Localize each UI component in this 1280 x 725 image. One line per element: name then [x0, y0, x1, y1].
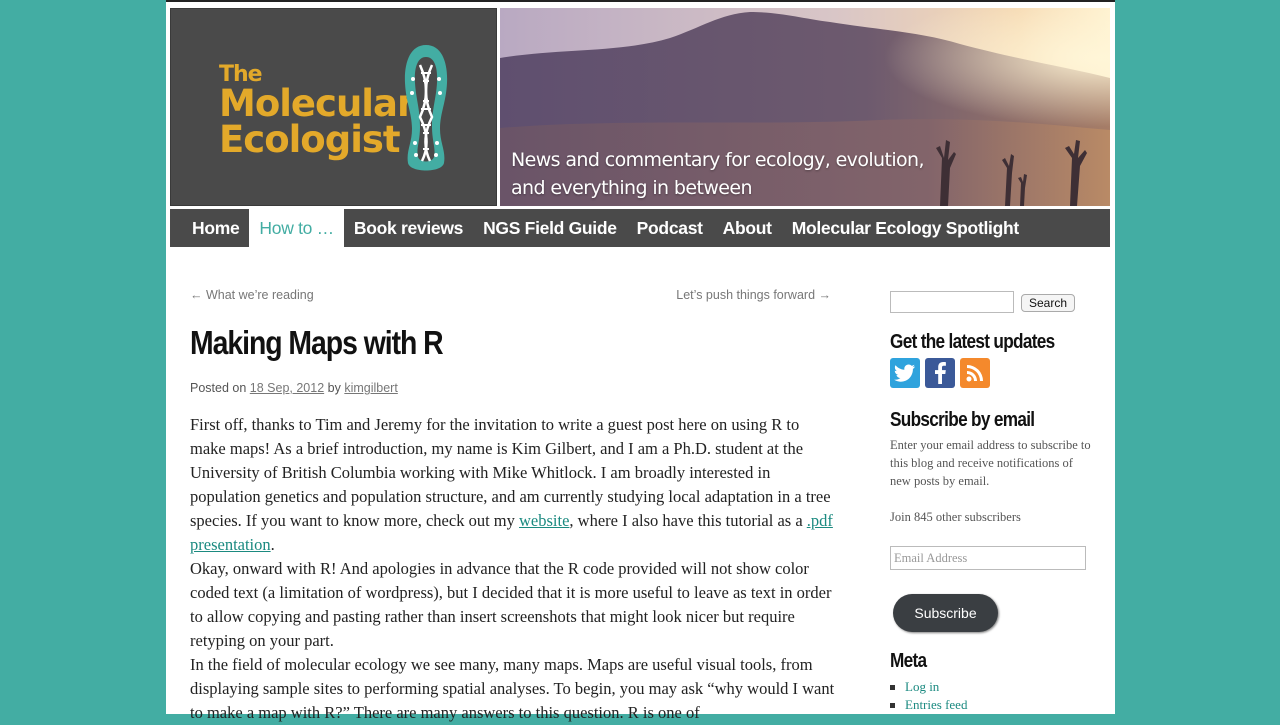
posted-on-label: Posted on — [190, 381, 247, 395]
post-meta: Posted on 18 Sep, 2012 by kimgilbert — [190, 381, 398, 395]
post-content: First off, thanks to Tim and Jeremy for … — [190, 413, 835, 725]
paragraph-maps: In the field of molecular ecology we see… — [190, 655, 835, 722]
author-link[interactable]: kimgilbert — [344, 381, 398, 395]
nav-about[interactable]: About — [713, 209, 782, 247]
paragraph-code-note: Okay, onward with R! And apologies in ad… — [190, 559, 832, 650]
footprint-dna-icon — [404, 45, 448, 171]
nav-how-to[interactable]: How to … — [249, 209, 344, 247]
meta-heading: Meta — [890, 650, 927, 672]
updates-heading: Get the latest updates — [890, 331, 1055, 353]
subscribe-heading: Subscribe by email — [890, 409, 1035, 431]
page-container: The Molecular Ecologist News and comment… — [166, 0, 1115, 722]
post-date-link[interactable]: 18 Sep, 2012 — [250, 381, 324, 395]
subscriber-count: Join 845 other subscribers — [890, 510, 1021, 524]
nav-ngs-field-guide[interactable]: NGS Field Guide — [473, 209, 627, 247]
log-in-link[interactable]: Log in — [890, 678, 967, 696]
paragraph-text: . — [270, 535, 275, 554]
website-link[interactable]: website — [519, 511, 569, 530]
by-label: by — [327, 381, 341, 395]
header-banner-image: News and commentary for ecology, evoluti… — [500, 8, 1110, 206]
paragraph-text: , where I also have this tutorial as a — [569, 511, 807, 530]
twitter-icon[interactable] — [890, 358, 920, 388]
nav-molecular-ecology-spotlight[interactable]: Molecular Ecology Spotlight — [782, 209, 1029, 247]
logo-line-2: Molecular — [219, 81, 415, 125]
nav-podcast[interactable]: Podcast — [627, 209, 713, 247]
paragraph-intro: First off, thanks to Tim and Jeremy for … — [190, 413, 835, 557]
next-post-link[interactable]: Let’s push things forward → — [676, 288, 831, 302]
post-title: Making Maps with R — [190, 324, 444, 361]
subscribe-description: Enter your email address to subscribe to… — [890, 438, 1091, 488]
subscribe-button[interactable]: Subscribe — [893, 594, 998, 632]
meta-links: Log in Entries feed — [890, 678, 967, 714]
tagline-line-1: News and commentary for ecology, evoluti… — [511, 149, 925, 171]
site-logo[interactable]: The Molecular Ecologist — [170, 8, 497, 206]
main-nav: Home How to … Book reviews NGS Field Gui… — [170, 209, 1110, 247]
logo-line-3: Ecologist — [219, 117, 401, 161]
facebook-icon[interactable] — [925, 358, 955, 388]
nav-home[interactable]: Home — [182, 209, 249, 247]
previous-post-link[interactable]: ← What we’re reading — [190, 288, 314, 302]
email-field[interactable]: Email Address — [890, 546, 1086, 570]
nav-book-reviews[interactable]: Book reviews — [344, 209, 473, 247]
tagline-line-2: and everything in between — [511, 177, 753, 199]
search-input[interactable] — [890, 291, 1014, 313]
entries-feed-link[interactable]: Entries feed — [890, 696, 967, 714]
logo-wordmark: The Molecular Ecologist — [219, 64, 415, 161]
rss-icon[interactable] — [960, 358, 990, 388]
social-links — [890, 358, 990, 388]
search-button[interactable]: Search — [1021, 294, 1076, 312]
site-tagline: News and commentary for ecology, evoluti… — [511, 146, 925, 202]
